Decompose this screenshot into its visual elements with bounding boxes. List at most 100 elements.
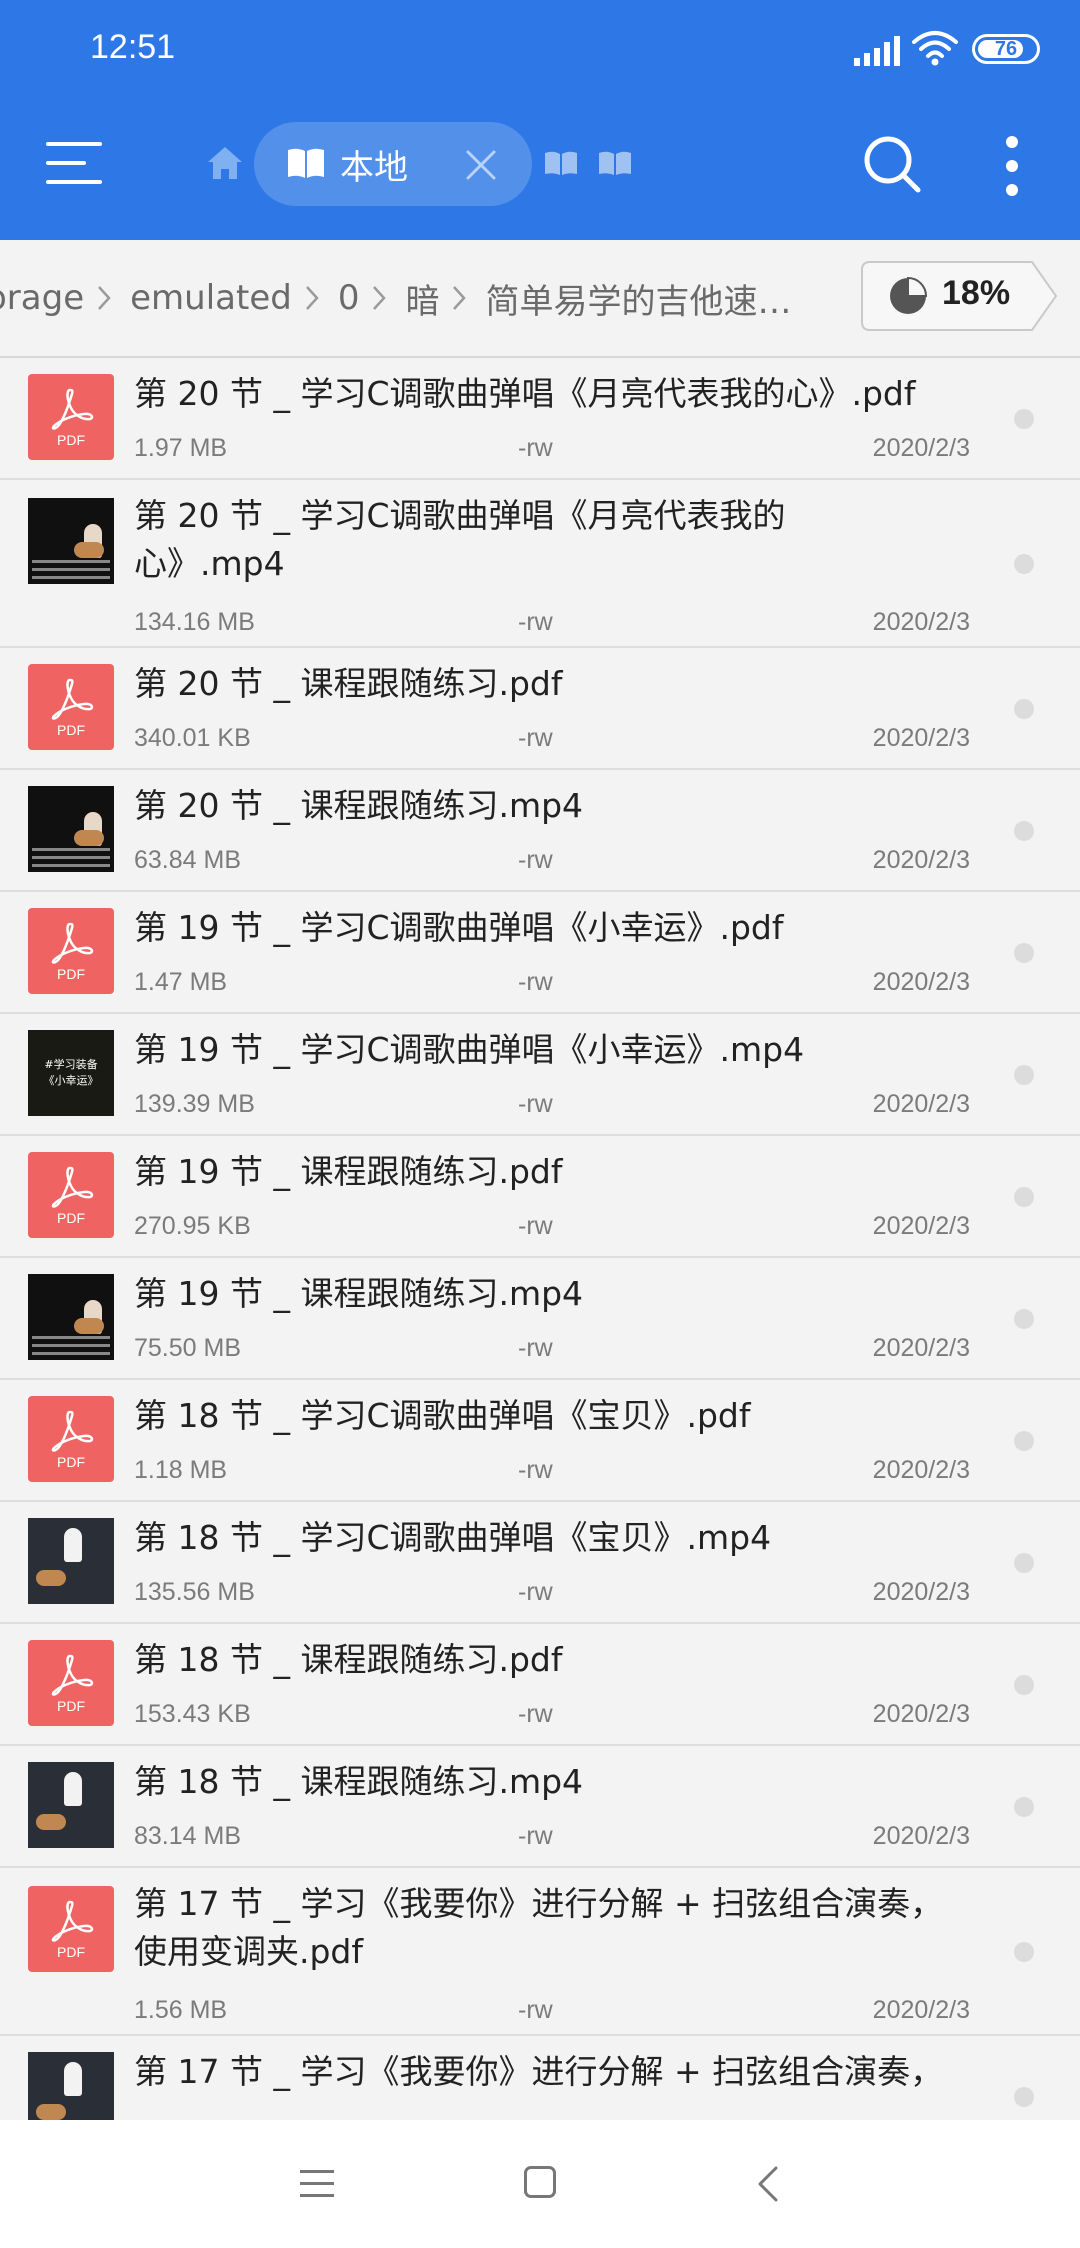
battery-level: 76 — [994, 37, 1018, 60]
file-row[interactable]: PDF 第 20 节 _ 学习C调歌曲弹唱《月亮代表我的心》.pdf 1.97 MB… — [0, 358, 1080, 480]
video-thumbnail — [28, 786, 114, 872]
home-icon[interactable] — [206, 144, 244, 182]
breadcrumb-item[interactable]: 简单易学的吉他速… — [485, 274, 791, 323]
file-row[interactable]: 第 20 节 _ 课程跟随练习.mp4 63.84 MB -rw 2020/2/3 — [0, 770, 1080, 892]
select-indicator[interactable] — [1014, 943, 1034, 963]
file-row[interactable]: 第 18 节 _ 课程跟随练习.mp4 83.14 MB -rw 2020/2/3 — [0, 1746, 1080, 1868]
file-row[interactable]: PDF 第 20 节 _ 课程跟随练习.pdf 340.01 KB -rw 2020/2… — [0, 648, 1080, 770]
file-row[interactable]: 第 18 节 _ 学习C调歌曲弹唱《宝贝》.mp4 135.56 MB -rw 202… — [0, 1502, 1080, 1624]
breadcrumb: orage emulated 0 暗简单易学的吉他速… 18% — [0, 240, 1080, 358]
select-indicator[interactable] — [1014, 1431, 1034, 1451]
file-date: 2020/2/3 — [872, 608, 970, 636]
select-indicator[interactable] — [1014, 1675, 1034, 1695]
pdf-label: PDF — [57, 1944, 85, 1960]
file-size: 340.01 KB — [134, 724, 251, 752]
file-permissions: -rw — [518, 724, 553, 752]
breadcrumb-item[interactable]: orage — [0, 278, 84, 318]
breadcrumb-item[interactable]: emulated — [130, 278, 292, 318]
search-icon[interactable] — [862, 134, 922, 194]
select-indicator[interactable] — [1014, 1187, 1034, 1207]
status-bar: 12:51 76 — [0, 0, 1080, 96]
home-button[interactable] — [524, 2166, 556, 2198]
file-permissions: -rw — [518, 846, 553, 874]
file-name: 第 20 节 _ 课程跟随练习.mp4 — [134, 786, 584, 825]
file-name: 第 20 节 _ 课程跟随练习.pdf — [134, 664, 563, 703]
file-name: 第 17 节 _ 学习《我要你》进行分解 + 扫弦组合演奏， — [134, 2052, 944, 2091]
book-icon[interactable] — [598, 150, 632, 176]
file-name: 第 18 节 _ 学习C调歌曲弹唱《宝贝》.mp4 — [134, 1518, 772, 1557]
video-thumbnail — [28, 498, 114, 584]
tab-label: 本地 — [340, 148, 408, 188]
file-date: 2020/2/3 — [872, 1578, 970, 1606]
acrobat-icon — [51, 388, 94, 430]
select-indicator[interactable] — [1014, 2087, 1034, 2107]
more-options-icon[interactable] — [1000, 136, 1024, 196]
app-bar: 本地 — [0, 96, 1080, 240]
file-permissions: -rw — [518, 434, 553, 462]
file-size: 1.56 MB — [134, 1996, 228, 2024]
file-size: 153.43 KB — [134, 1700, 251, 1728]
close-icon[interactable] — [464, 148, 498, 182]
pdf-file-icon: PDF — [28, 1152, 114, 1238]
select-indicator[interactable] — [1014, 409, 1034, 429]
tab-local[interactable]: 本地 — [254, 122, 532, 206]
breadcrumb-item[interactable]: 0 — [338, 278, 360, 318]
chevron-right-icon — [305, 286, 319, 310]
file-size: 1.18 MB — [134, 1456, 228, 1484]
menu-button[interactable] — [46, 138, 106, 188]
file-row[interactable]: #学习装备 《小幸运》 第 19 节 _ 学习C调歌曲弹唱《小幸运》.mp4 139… — [0, 1014, 1080, 1136]
file-permissions: -rw — [518, 1090, 553, 1118]
select-indicator[interactable] — [1014, 1309, 1034, 1329]
acrobat-icon — [51, 922, 94, 964]
pdf-file-icon: PDF — [28, 908, 114, 994]
file-name: 第 19 节 _ 课程跟随练习.pdf — [134, 1152, 563, 1191]
file-name: 第 18 节 _ 学习C调歌曲弹唱《宝贝》.pdf — [134, 1396, 751, 1435]
chevron-right-icon — [373, 286, 387, 310]
file-row[interactable]: 第 20 节 _ 学习C调歌曲弹唱《月亮代表我的心》.mp4 134.16 MB -… — [0, 480, 1080, 648]
pdf-label: PDF — [57, 722, 85, 738]
book-icon[interactable] — [544, 150, 578, 176]
file-permissions: -rw — [518, 1456, 553, 1484]
select-indicator[interactable] — [1014, 1065, 1034, 1085]
pdf-file-icon: PDF — [28, 1640, 114, 1726]
file-list[interactable]: PDF 第 20 节 _ 学习C调歌曲弹唱《月亮代表我的心》.pdf 1.97 MB… — [0, 358, 1080, 2120]
select-indicator[interactable] — [1014, 1553, 1034, 1573]
file-permissions: -rw — [518, 1212, 553, 1240]
file-row[interactable]: PDF 第 19 节 _ 学习C调歌曲弹唱《小幸运》.pdf 1.47 MB -rw 2… — [0, 892, 1080, 1014]
file-row[interactable]: 第 19 节 _ 课程跟随练习.mp4 75.50 MB -rw 2020/2/3 — [0, 1258, 1080, 1380]
back-button[interactable] — [754, 2164, 782, 2204]
file-row[interactable]: PDF 第 19 节 _ 课程跟随练习.pdf 270.95 KB -rw 2020/2… — [0, 1136, 1080, 1258]
select-indicator[interactable] — [1014, 699, 1034, 719]
pdf-file-icon: PDF — [28, 664, 114, 750]
status-time: 12:51 — [90, 28, 176, 66]
file-date: 2020/2/3 — [872, 1822, 970, 1850]
file-date: 2020/2/3 — [872, 846, 970, 874]
file-permissions: -rw — [518, 1578, 553, 1606]
recent-apps-button[interactable] — [300, 2170, 334, 2198]
file-date: 2020/2/3 — [872, 1212, 970, 1240]
file-size: 270.95 KB — [134, 1212, 251, 1240]
pdf-label: PDF — [57, 1210, 85, 1226]
pdf-label: PDF — [57, 1698, 85, 1714]
file-permissions: -rw — [518, 968, 553, 996]
breadcrumb-path: orage emulated 0 暗简单易学的吉他速… — [0, 270, 791, 326]
select-indicator[interactable] — [1014, 1797, 1034, 1817]
file-row[interactable]: PDF 第 18 节 _ 学习C调歌曲弹唱《宝贝》.pdf 1.18 MB -rw 20… — [0, 1380, 1080, 1502]
file-row[interactable]: PDF 第 18 节 _ 课程跟随练习.pdf 153.43 KB -rw 2020/2… — [0, 1624, 1080, 1746]
video-thumbnail — [28, 1762, 114, 1848]
select-indicator[interactable] — [1014, 1942, 1034, 1962]
video-thumbnail — [28, 1274, 114, 1360]
acrobat-icon — [51, 1410, 94, 1452]
video-thumbnail — [28, 2052, 114, 2120]
pdf-label: PDF — [57, 1454, 85, 1470]
select-indicator[interactable] — [1014, 554, 1034, 574]
file-size: 63.84 MB — [134, 846, 242, 874]
storage-usage-button[interactable]: 18% — [860, 260, 1060, 332]
breadcrumb-item[interactable]: 暗 — [405, 274, 439, 323]
select-indicator[interactable] — [1014, 821, 1034, 841]
acrobat-icon — [51, 1654, 94, 1696]
file-size: 1.47 MB — [134, 968, 228, 996]
file-row[interactable]: PDF 第 17 节 _ 学习《我要你》进行分解 + 扫弦组合演奏，使用变调夹.p… — [0, 1868, 1080, 2036]
file-name: 第 19 节 _ 学习C调歌曲弹唱《小幸运》.mp4 — [134, 1030, 805, 1069]
file-row[interactable]: 第 17 节 _ 学习《我要你》进行分解 + 扫弦组合演奏， — [0, 2036, 1080, 2120]
